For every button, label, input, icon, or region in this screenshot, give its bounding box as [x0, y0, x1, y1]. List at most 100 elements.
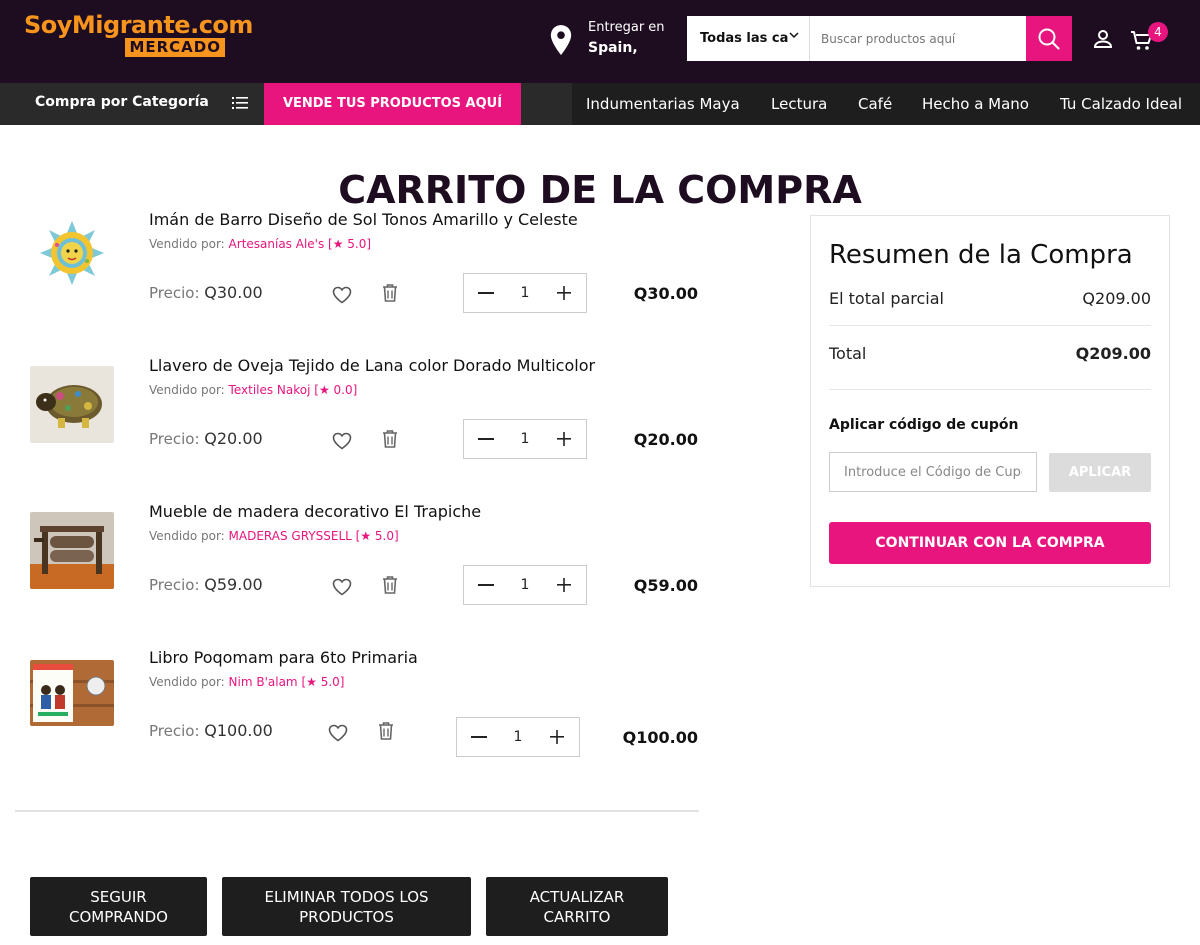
seller-rating: [★ 5.0] [355, 529, 399, 543]
plus-icon [557, 286, 571, 300]
seller-info: Vendido por: MADERAS GRYSSELL [★ 5.0] [149, 529, 399, 543]
quantity-stepper: 1 [456, 717, 580, 757]
quantity-value[interactable]: 1 [497, 718, 539, 756]
line-total: Q100.00 [622, 728, 698, 747]
sold-by-label: Vendido por: [149, 675, 225, 689]
decrease-quantity-button[interactable] [472, 566, 500, 604]
total-label: Total [829, 344, 867, 363]
continue-shopping-button[interactable]: SEGUIR COMPRANDO [30, 877, 207, 936]
minus-icon [478, 438, 494, 440]
search-bar: Todas las ca [687, 16, 1072, 61]
quantity-stepper: 1 [463, 273, 587, 313]
product-thumbnail[interactable] [30, 660, 114, 726]
coupon-code-input[interactable] [829, 452, 1037, 492]
seller-name: Textiles Nakoj [228, 383, 311, 397]
sun-magnet-image [30, 220, 114, 297]
quantity-value[interactable]: 1 [504, 274, 546, 312]
heart-icon[interactable] [332, 432, 352, 450]
sold-by-label: Vendido por: [149, 383, 225, 397]
seller-rating: [★ 5.0] [301, 675, 345, 689]
logo-text-top: SoyMigrante.com [24, 11, 253, 39]
decrease-quantity-button[interactable] [472, 274, 500, 312]
seller-link[interactable]: Textiles Nakoj [★ 0.0] [229, 383, 358, 397]
decrease-quantity-button[interactable] [465, 718, 493, 756]
update-cart-button[interactable]: ACTUALIZAR CARRITO [486, 877, 668, 936]
nav-links: Indumentarias Maya Lectura Café Hecho a … [572, 83, 1200, 125]
nav-link-indumentarias[interactable]: Indumentarias Maya [586, 95, 740, 113]
search-icon [1038, 28, 1060, 50]
search-input[interactable] [811, 16, 1026, 61]
search-category-label: Todas las ca [700, 31, 789, 46]
search-button[interactable] [1026, 16, 1072, 61]
minus-icon [471, 736, 487, 738]
sheep-keychain-image [30, 366, 114, 443]
subtotal-label: El total parcial [829, 289, 944, 308]
product-name[interactable]: Imán de Barro Diseño de Sol Tonos Amaril… [149, 210, 578, 229]
minus-icon [478, 584, 494, 586]
price-value: Q20.00 [204, 429, 263, 448]
subtotal-value: Q209.00 [1082, 289, 1151, 308]
nav-link-cafe[interactable]: Café [858, 95, 892, 113]
price-label: Precio: [149, 576, 200, 594]
remove-all-button[interactable]: ELIMINAR TODOS LOS PRODUCTOS [222, 877, 471, 936]
list-menu-icon [232, 97, 248, 109]
trash-icon[interactable] [381, 429, 399, 449]
deliver-location: Spain, [588, 40, 638, 56]
increase-quantity-button[interactable] [550, 274, 578, 312]
site-logo[interactable]: SoyMigrante.com MERCADO [24, 11, 253, 60]
price-value: Q59.00 [204, 575, 263, 594]
heart-icon[interactable] [332, 286, 352, 304]
seller-rating: [★ 5.0] [328, 237, 372, 251]
category-menu-toggle[interactable]: Compra por Categoría [0, 83, 264, 125]
increase-quantity-button[interactable] [550, 566, 578, 604]
nav-link-lectura[interactable]: Lectura [771, 95, 827, 113]
sold-by-label: Vendido por: [149, 237, 225, 251]
heart-icon[interactable] [328, 724, 348, 742]
trash-icon[interactable] [381, 283, 399, 303]
seller-link[interactable]: Artesanías Ale's [★ 5.0] [229, 237, 372, 251]
cart-divider [15, 810, 699, 812]
increase-quantity-button[interactable] [550, 420, 578, 458]
seller-name: MADERAS GRYSSELL [228, 529, 352, 543]
nav-link-hecho-a-mano[interactable]: Hecho a Mano [922, 95, 1029, 113]
product-name[interactable]: Llavero de Oveja Tejido de Lana color Do… [149, 356, 595, 375]
line-total: Q30.00 [633, 284, 698, 303]
trash-icon[interactable] [377, 721, 395, 741]
product-thumbnail[interactable] [30, 220, 114, 297]
product-thumbnail[interactable] [30, 512, 114, 589]
unit-price: Precio: Q20.00 [149, 429, 263, 448]
seller-link[interactable]: Nim B'alam [★ 5.0] [229, 675, 345, 689]
product-thumbnail[interactable] [30, 366, 114, 443]
nav-link-calzado[interactable]: Tu Calzado Ideal [1060, 95, 1182, 113]
unit-price: Precio: Q100.00 [149, 721, 273, 740]
summary-title: Resumen de la Compra [829, 240, 1133, 270]
subtotal-row: El total parcial Q209.00 [829, 289, 1151, 308]
seller-rating: [★ 0.0] [314, 383, 358, 397]
summary-divider [829, 389, 1151, 390]
seller-link[interactable]: MADERAS GRYSSELL [★ 5.0] [229, 529, 399, 543]
price-label: Precio: [149, 722, 200, 740]
sell-products-button[interactable]: VENDE TUS PRODUCTOS AQUÍ [264, 83, 521, 125]
unit-price: Precio: Q30.00 [149, 283, 263, 302]
seller-info: Vendido por: Textiles Nakoj [★ 0.0] [149, 383, 357, 397]
unit-price: Precio: Q59.00 [149, 575, 263, 594]
cart-item: Llavero de Oveja Tejido de Lana color Do… [30, 356, 700, 476]
user-icon[interactable] [1092, 28, 1114, 50]
product-name[interactable]: Mueble de madera decorativo El Trapiche [149, 502, 481, 521]
quantity-value[interactable]: 1 [504, 420, 546, 458]
decrease-quantity-button[interactable] [472, 420, 500, 458]
trash-icon[interactable] [381, 575, 399, 595]
order-summary: Resumen de la Compra El total parcial Q2… [810, 215, 1170, 587]
quantity-value[interactable]: 1 [504, 566, 546, 604]
summary-divider [829, 325, 1151, 326]
apply-coupon-button[interactable]: APLICAR [1049, 453, 1151, 492]
category-menu-label: Compra por Categoría [35, 94, 209, 110]
heart-icon[interactable] [332, 578, 352, 596]
page-title: CARRITO DE LA COMPRA [338, 168, 862, 212]
delivery-location[interactable]: Entregar en Spain, [548, 20, 678, 64]
checkout-button[interactable]: CONTINUAR CON LA COMPRA [829, 522, 1151, 564]
search-category-select[interactable]: Todas las ca [687, 16, 810, 61]
product-name[interactable]: Libro Poqomam para 6to Primaria [149, 648, 418, 667]
chevron-down-icon [789, 32, 799, 39]
increase-quantity-button[interactable] [543, 718, 571, 756]
